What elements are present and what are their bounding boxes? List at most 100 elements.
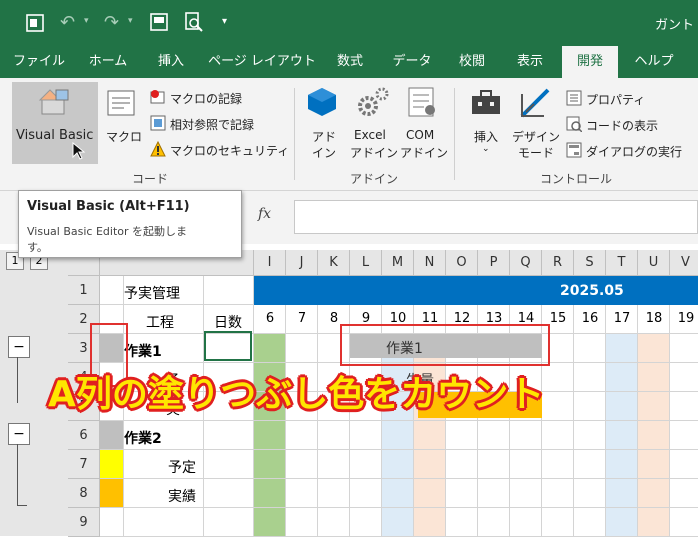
grid-cell[interactable] — [204, 450, 254, 479]
grid-cell[interactable] — [204, 479, 254, 508]
print-preview-icon[interactable] — [184, 12, 204, 32]
grid-cell[interactable] — [100, 421, 124, 450]
grid-cell[interactable] — [670, 392, 698, 421]
grid-cell[interactable] — [670, 421, 698, 450]
column-header-s[interactable]: S — [574, 250, 606, 276]
grid-cell[interactable] — [574, 334, 606, 363]
grid-cell[interactable] — [542, 421, 574, 450]
com-addins-button[interactable]: COM アドイン — [400, 84, 448, 164]
grid-cell[interactable] — [318, 508, 350, 537]
grid-cell[interactable] — [414, 508, 446, 537]
grid-cell[interactable] — [478, 508, 510, 537]
grid-cell[interactable] — [638, 508, 670, 537]
grid-cell[interactable] — [542, 508, 574, 537]
column-header-l[interactable]: L — [350, 250, 382, 276]
grid-cell[interactable] — [478, 450, 510, 479]
grid-cell[interactable] — [478, 479, 510, 508]
grid-cell[interactable] — [350, 479, 382, 508]
grid-cell[interactable] — [542, 450, 574, 479]
grid-cell[interactable] — [254, 421, 286, 450]
cell-b6[interactable]: 作業2 — [124, 428, 162, 448]
grid-cell[interactable] — [638, 363, 670, 392]
column-header-r[interactable]: R — [542, 250, 574, 276]
qat-customize-icon[interactable]: ▾ — [222, 16, 227, 27]
row-header-1[interactable]: 1 — [68, 276, 100, 305]
grid-cell[interactable] — [350, 508, 382, 537]
grid-cell[interactable] — [414, 421, 446, 450]
row-header-9[interactable]: 9 — [68, 508, 100, 537]
grid-cell[interactable] — [638, 450, 670, 479]
grid-cell[interactable] — [254, 508, 286, 537]
column-header-o[interactable]: O — [446, 250, 478, 276]
tab-help[interactable]: ヘルプ — [626, 46, 682, 78]
excel-addins-button[interactable]: Excel アドイン — [348, 84, 398, 164]
run-dialog-button[interactable]: ダイアログの実行 — [566, 140, 686, 160]
column-header-k[interactable]: K — [318, 250, 350, 276]
grid-cell[interactable] — [254, 334, 286, 363]
grid-cell[interactable] — [542, 363, 574, 392]
column-header-v[interactable]: V — [670, 250, 698, 276]
grid-cell[interactable] — [606, 392, 638, 421]
grid-cell[interactable] — [100, 508, 124, 537]
tab-home[interactable]: ホーム — [78, 46, 138, 78]
macro-button[interactable]: マクロ — [102, 82, 144, 164]
column-header-p[interactable]: P — [478, 250, 510, 276]
tab-page-layout[interactable]: ページ レイアウト — [206, 46, 318, 78]
grid-cell[interactable] — [542, 479, 574, 508]
grid-cell[interactable] — [606, 421, 638, 450]
grid-cell[interactable] — [606, 363, 638, 392]
grid-cell[interactable] — [510, 508, 542, 537]
grid-cell[interactable] — [510, 421, 542, 450]
grid-cell[interactable] — [100, 276, 124, 305]
insert-control-button[interactable]: 挿入 ⌄ — [466, 84, 506, 164]
grid-cell[interactable] — [574, 479, 606, 508]
grid-cell[interactable] — [414, 479, 446, 508]
grid-cell[interactable] — [318, 421, 350, 450]
cell-b8[interactable]: 実績 — [168, 486, 196, 506]
column-header-u[interactable]: U — [638, 250, 670, 276]
grid-cell[interactable] — [638, 479, 670, 508]
grid-cell[interactable] — [510, 479, 542, 508]
tab-file[interactable]: ファイル — [8, 46, 70, 78]
grid-cell[interactable] — [382, 421, 414, 450]
grid-cell[interactable] — [638, 334, 670, 363]
grid-cell[interactable] — [382, 479, 414, 508]
grid-cell[interactable] — [606, 334, 638, 363]
redo-dropdown-icon[interactable]: ▾ — [128, 16, 133, 26]
view-code-button[interactable]: コードの表示 — [566, 114, 686, 134]
column-header-j[interactable]: J — [286, 250, 318, 276]
grid-cell[interactable] — [574, 450, 606, 479]
collapse-group-2-button[interactable]: − — [8, 423, 30, 445]
grid-cell[interactable] — [286, 450, 318, 479]
grid-cell[interactable] — [286, 421, 318, 450]
cell-b7[interactable]: 予定 — [168, 457, 196, 477]
grid-cell[interactable] — [574, 363, 606, 392]
properties-button[interactable]: プロパティ — [566, 88, 686, 108]
cell-b2[interactable]: 工程 — [146, 312, 174, 332]
grid-cell[interactable] — [638, 421, 670, 450]
tab-formulas[interactable]: 数式 — [326, 46, 374, 78]
column-header-i[interactable]: I — [254, 250, 286, 276]
grid-cell[interactable] — [446, 421, 478, 450]
grid-cell[interactable] — [318, 479, 350, 508]
cell-b1[interactable]: 予実管理 — [124, 283, 180, 303]
tab-view[interactable]: 表示 — [506, 46, 554, 78]
grid-cell[interactable] — [606, 450, 638, 479]
column-header-m[interactable]: M — [382, 250, 414, 276]
grid-cell[interactable] — [286, 508, 318, 537]
grid-cell[interactable] — [100, 479, 124, 508]
grid-cell[interactable] — [204, 276, 254, 305]
undo-icon[interactable]: ↶ — [60, 12, 82, 33]
grid-cell[interactable] — [542, 392, 574, 421]
design-mode-button[interactable]: デザイン モード — [510, 84, 560, 164]
tab-insert[interactable]: 挿入 — [146, 46, 196, 78]
record-macro-button[interactable]: マクロの記録 — [150, 86, 290, 108]
grid-cell[interactable] — [286, 334, 318, 363]
collapse-group-1-button[interactable]: − — [8, 336, 30, 358]
grid-cell[interactable] — [670, 334, 698, 363]
row-header-6[interactable]: 6 — [68, 421, 100, 450]
grid-cell[interactable] — [574, 508, 606, 537]
macro-security-button[interactable]: マクロのセキュリティ — [150, 138, 290, 160]
grid-cell[interactable] — [670, 508, 698, 537]
grid-cell[interactable] — [606, 508, 638, 537]
